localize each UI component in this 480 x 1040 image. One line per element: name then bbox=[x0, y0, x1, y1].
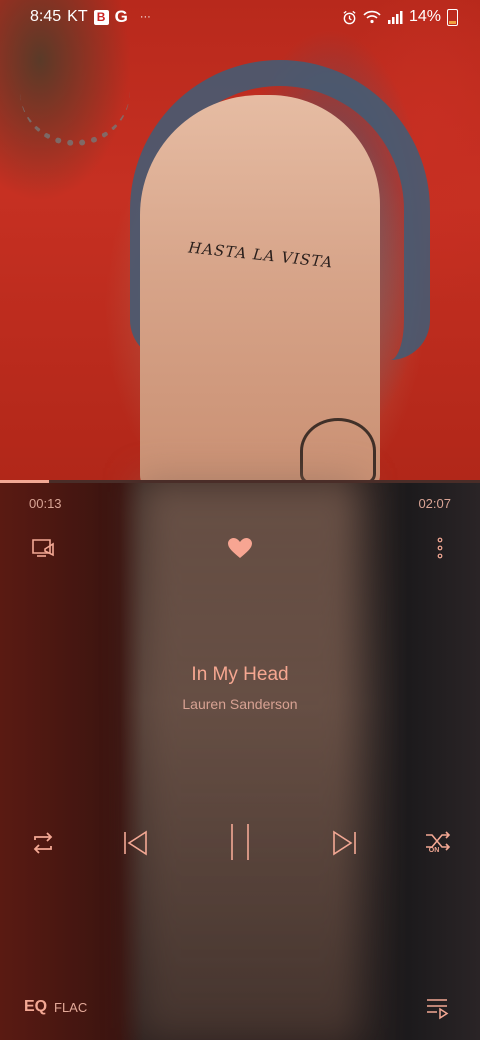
elapsed-time: 00:13 bbox=[29, 496, 62, 511]
album-art-necklace bbox=[20, 60, 130, 146]
app-badge-g-icon: G bbox=[114, 7, 128, 26]
signal-icon bbox=[387, 11, 403, 24]
track-artist[interactable]: Lauren Sanderson bbox=[0, 696, 480, 712]
player-panel: 00:13 02:07 In My Head Lauren Sanderson bbox=[0, 480, 480, 1040]
progress-bar[interactable] bbox=[0, 480, 480, 483]
player-background-glow bbox=[140, 480, 360, 1040]
album-art-tattoo-bird bbox=[300, 418, 376, 480]
favorite-heart-icon[interactable] bbox=[224, 534, 256, 562]
playlist-icon[interactable] bbox=[422, 994, 452, 1022]
progress-fill bbox=[0, 480, 49, 483]
shuffle-state-label: ON bbox=[428, 846, 440, 854]
status-bar: 8:45 KT B G ··· 14% bbox=[0, 0, 480, 34]
status-more-icon: ··· bbox=[139, 11, 151, 23]
eq-button[interactable]: EQ bbox=[24, 998, 47, 1016]
album-art: HASTA LA VISTA bbox=[0, 0, 480, 480]
next-icon[interactable] bbox=[328, 826, 362, 860]
app-badge-b-icon: B bbox=[93, 9, 109, 25]
cast-icon[interactable] bbox=[28, 534, 60, 562]
more-options-icon[interactable] bbox=[428, 534, 452, 562]
shuffle-icon[interactable]: ON bbox=[420, 824, 456, 860]
alarm-icon bbox=[343, 10, 356, 24]
pause-icon[interactable] bbox=[222, 820, 258, 864]
audio-format-label: FLAC bbox=[54, 1000, 88, 1015]
battery-percent: 14% bbox=[408, 8, 441, 25]
battery-icon bbox=[447, 8, 458, 26]
wifi-icon bbox=[363, 10, 381, 24]
status-carrier: KT bbox=[67, 8, 88, 25]
repeat-icon[interactable] bbox=[26, 826, 60, 860]
track-title: In My Head bbox=[191, 664, 289, 685]
previous-icon[interactable] bbox=[118, 826, 152, 860]
status-time: 8:45 bbox=[30, 8, 62, 25]
total-duration: 02:07 bbox=[418, 496, 451, 511]
